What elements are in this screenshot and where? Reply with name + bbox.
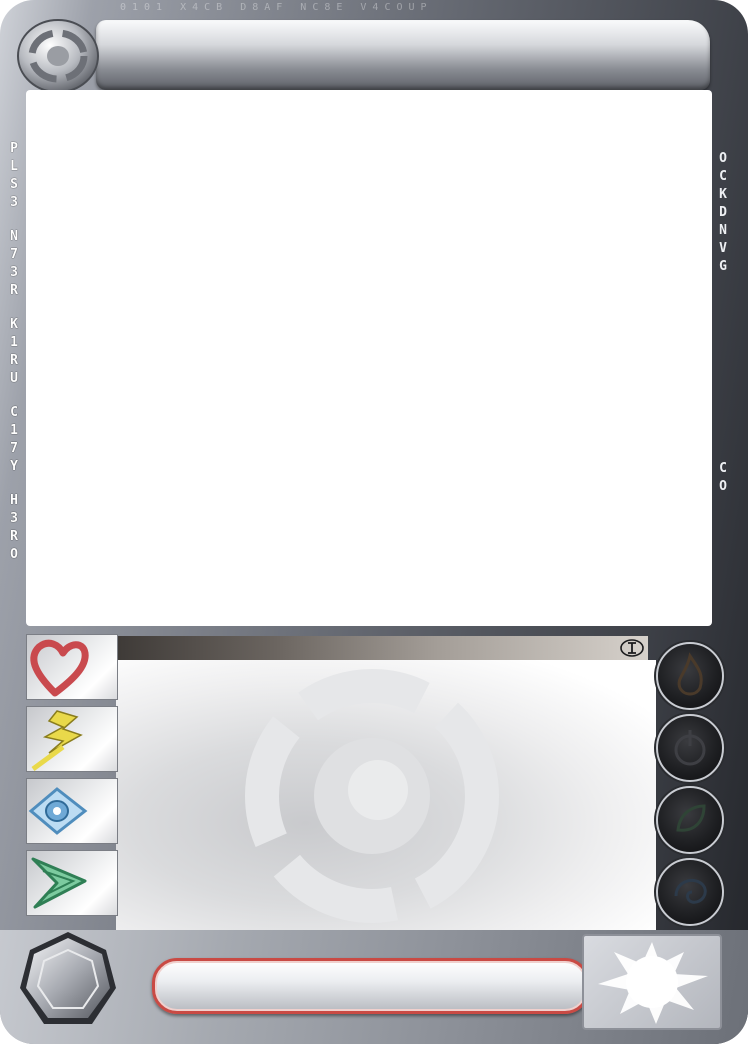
side-char: R [10,529,18,544]
side-char: K [10,317,18,332]
power-burst-box [582,934,722,1030]
side-char: K [719,187,727,202]
side-char: R [10,283,18,298]
side-char: V [719,241,727,256]
side-char: C [10,405,18,420]
side-char: D [719,205,727,220]
rules-text-box [116,660,656,932]
decorative-code-top: 0101 X4CB D8AF NC8E V4COUP [120,2,433,13]
side-char: O [10,547,18,562]
side-char: C [719,169,727,184]
logo-emblem-icon [17,19,99,93]
leaf-icon [676,804,706,832]
heptagon-gem-icon [20,932,116,1024]
side-char: 3 [10,511,18,526]
right-side-code-lower: C O [716,460,730,496]
left-side-code: P L S 3 N 7 3 R K 1 R U C 1 7 Y H 3 R O [6,140,22,564]
side-char: N [10,229,18,244]
side-char: H [10,493,18,508]
orb-swirl[interactable] [656,858,724,926]
card-frame: 0101 X4CB D8AF NC8E V4COUP CC00 FCE0 EFE… [0,0,748,1044]
side-char: 7 [10,247,18,262]
side-char: R [10,353,18,368]
swirl-icon [674,879,707,904]
side-char: G [719,259,727,274]
power-icon [674,730,706,766]
side-char: 3 [10,265,18,280]
watermark-emblem-icon [245,669,499,923]
right-side-code: O C K D N V G [716,150,730,276]
side-char: S [10,177,18,192]
side-char: 1 [10,335,18,350]
starburst-icon [598,942,708,1024]
card-name-field[interactable] [152,958,590,1014]
side-char: O [719,151,727,166]
stat-box-wind[interactable] [26,850,118,916]
orb-flame[interactable] [656,642,724,710]
stat-box-heart[interactable] [26,634,118,700]
eye-icon [28,787,88,835]
side-char: C [719,461,727,476]
side-char: U [10,371,18,386]
flame-icon [677,652,703,696]
type-bar [116,636,648,660]
set-symbol-icon [620,639,644,657]
orb-power[interactable] [656,714,724,782]
side-char: L [10,159,18,174]
art-window [26,90,712,626]
side-char: O [719,479,727,494]
card-title-bar[interactable] [96,20,710,90]
side-char: 3 [10,195,18,210]
side-char: P [10,141,18,156]
stat-box-lightning[interactable] [26,706,118,772]
side-char: N [719,223,727,238]
lightning-icon [31,710,83,771]
side-char: 1 [10,423,18,438]
orb-leaf[interactable] [656,786,724,854]
side-char: Y [10,459,18,474]
stat-box-eye[interactable] [26,778,118,844]
wind-icon [31,857,87,909]
side-char: 7 [10,441,18,456]
heart-icon [30,639,89,697]
